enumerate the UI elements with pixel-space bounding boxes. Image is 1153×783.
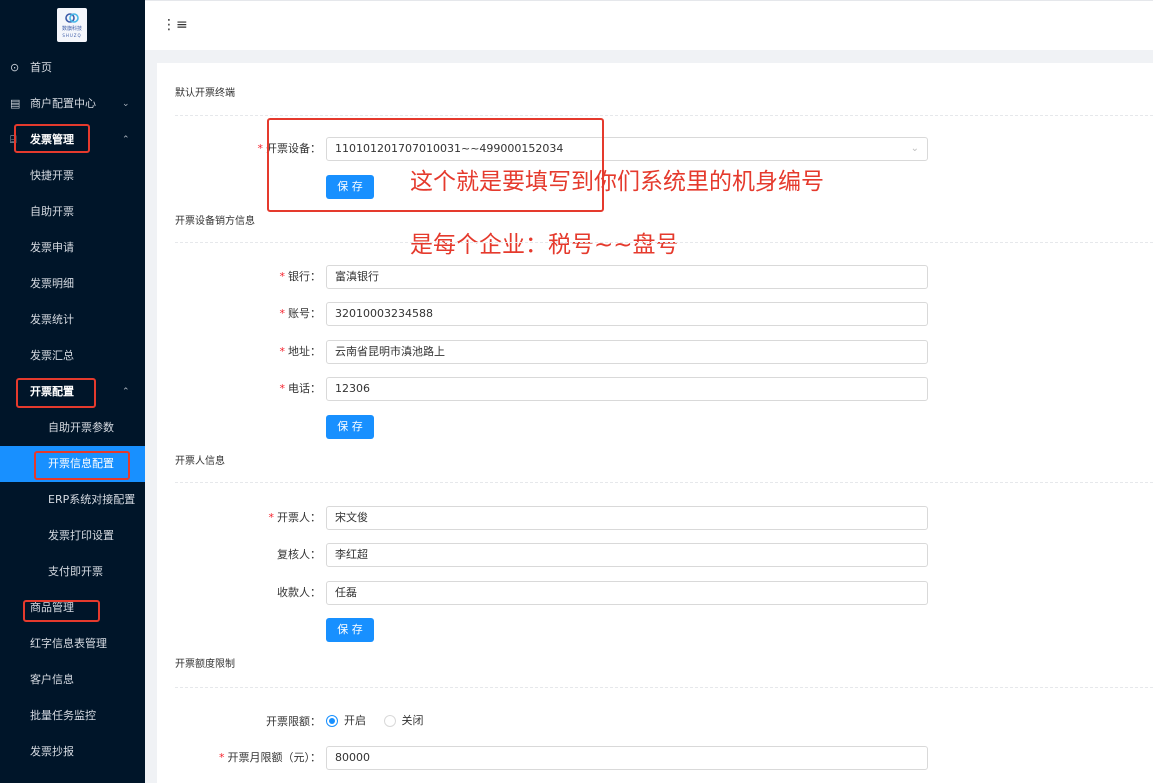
chevron-up-icon: ⌃ — [122, 387, 130, 397]
account-input[interactable]: 32010003234588 — [326, 302, 928, 326]
address-label: * 地址： — [279, 345, 322, 358]
drawer-label: * 开票人： — [268, 511, 322, 524]
top-bar: ⋮≡ — [145, 0, 1153, 50]
save-seller-button[interactable]: 保 存 — [326, 415, 374, 439]
section-divider — [175, 687, 1153, 688]
drawer-input[interactable]: 宋文俊 — [326, 506, 928, 530]
logo-subtext: SHUZQ — [62, 33, 82, 38]
radio-off-label[interactable]: 关闭 — [402, 710, 424, 732]
chevron-up-icon: ⌃ — [122, 135, 130, 145]
limit-label: 开票限额： — [266, 715, 321, 728]
sidebar-item-invoice-summary[interactable]: 发票汇总 — [0, 338, 145, 374]
sidebar-item-print-settings[interactable]: 发票打印设置 — [0, 518, 145, 554]
sidebar-item-red-letter[interactable]: 红字信息表管理 — [0, 626, 145, 662]
sidebar-item-label: 自助开票 — [30, 205, 74, 218]
sidebar-item-label: 发票明细 — [30, 277, 74, 290]
section-title-seller: 开票设备销方信息 — [175, 216, 255, 227]
sidebar-item-customer-info[interactable]: 客户信息 — [0, 662, 145, 698]
required-mark: * — [279, 345, 286, 358]
required-mark: * — [257, 142, 264, 155]
highlight-box-product-management — [23, 600, 100, 622]
sidebar-item-label: 红字信息表管理 — [30, 637, 107, 650]
chevron-down-icon: ⌄ — [910, 143, 919, 154]
save-drawer-button[interactable]: 保 存 — [326, 618, 374, 642]
highlight-box-invoice-info-config — [34, 451, 130, 480]
sidebar-item-self-invoice[interactable]: 自助开票 — [0, 194, 145, 230]
annotation-text-2: 是每个企业：税号~~盘号 — [410, 232, 679, 258]
sidebar-item-self-invoice-params[interactable]: 自助开票参数 — [0, 410, 145, 446]
home-icon: ⊙ — [10, 61, 20, 74]
bank-label: * 银行： — [279, 270, 322, 283]
radio-on[interactable] — [326, 715, 338, 727]
logo-mark-icon — [65, 13, 79, 23]
limit-radio-group: 开启 关闭 — [326, 710, 438, 732]
sidebar-item-label: ERP系统对接配置 — [48, 493, 136, 506]
sidebar-item-invoice-request[interactable]: 发票申请 — [0, 230, 145, 266]
required-mark: * — [268, 511, 275, 524]
section-divider — [175, 242, 1153, 243]
section-divider — [175, 115, 1153, 116]
highlight-box-invoice-config — [16, 378, 96, 408]
highlight-box-invoice-management — [14, 124, 90, 153]
required-mark: * — [219, 751, 225, 764]
reviewer-label: 复核人： — [277, 548, 321, 561]
address-input[interactable]: 云南省昆明市滇池路上 — [326, 340, 928, 364]
section-title-terminal: 默认开票终端 — [175, 88, 235, 99]
payee-label: 收款人： — [277, 586, 321, 599]
monthly-limit-label: * 开票月限额（元）： — [219, 751, 321, 764]
sidebar-item-label: 商户配置中心 — [30, 97, 96, 110]
sidebar-item-label: 发票申请 — [30, 241, 74, 254]
annotation-text-1: 这个就是要填写到你们系统里的机身编号 — [410, 169, 824, 195]
logo-text: 数旗科技 — [61, 26, 82, 32]
sidebar-item-label: 批量任务监控 — [30, 709, 96, 722]
sidebar-item-label: 客户信息 — [30, 673, 74, 686]
required-mark: * — [279, 270, 286, 283]
highlight-box-device — [267, 118, 604, 212]
phone-label: * 电话： — [279, 382, 322, 395]
bank-input[interactable]: 富滇银行 — [326, 265, 928, 289]
sidebar-item-label: 发票统计 — [30, 313, 74, 326]
sidebar-item-quick-invoice[interactable]: 快捷开票 — [0, 158, 145, 194]
section-divider — [175, 482, 1153, 483]
reviewer-input[interactable]: 李红超 — [326, 543, 928, 567]
section-title-drawer: 开票人信息 — [175, 456, 225, 467]
radio-on-label[interactable]: 开启 — [344, 710, 366, 732]
sidebar-item-merchant-config[interactable]: ▤ 商户配置中心 ⌄ — [0, 86, 145, 122]
menu-fold-icon[interactable]: ⋮≡ — [162, 17, 188, 33]
sidebar-item-label: 快捷开票 — [30, 169, 74, 182]
sidebar-item-label: 发票打印设置 — [48, 529, 114, 542]
company-logo[interactable]: 数旗科技 SHUZQ — [57, 8, 87, 42]
chevron-down-icon: ⌄ — [122, 99, 130, 109]
sidebar-item-label: 自助开票参数 — [48, 421, 114, 434]
payee-input[interactable]: 任磊 — [326, 581, 928, 605]
sidebar-item-batch-monitor[interactable]: 批量任务监控 — [0, 698, 145, 734]
sidebar-item-invoice-report[interactable]: 发票抄报 — [0, 734, 145, 770]
merchant-icon: ▤ — [10, 97, 21, 110]
sidebar-item-label: 发票抄报 — [30, 745, 74, 758]
monthly-limit-input[interactable]: 80000 — [326, 746, 928, 770]
sidebar-item-invoice-stats[interactable]: 发票统计 — [0, 302, 145, 338]
sidebar-item-label: 支付即开票 — [48, 565, 103, 578]
sidebar-item-label: 发票汇总 — [30, 349, 74, 362]
account-label: * 账号： — [279, 307, 322, 320]
required-mark: * — [279, 382, 286, 395]
sidebar-item-erp-config[interactable]: ERP系统对接配置 — [0, 482, 145, 518]
radio-off[interactable] — [383, 715, 396, 727]
required-mark: * — [279, 307, 286, 320]
phone-input[interactable]: 12306 — [326, 377, 928, 401]
logo-area: 数旗科技 SHUZQ — [0, 0, 145, 50]
sidebar-item-home[interactable]: ⊙ 首页 — [0, 50, 145, 86]
section-title-limit: 开票额度限制 — [175, 659, 235, 670]
sidebar-item-label: 首页 — [30, 61, 52, 74]
sidebar-item-pay-invoice[interactable]: 支付即开票 — [0, 554, 145, 590]
sidebar-item-invoice-detail[interactable]: 发票明细 — [0, 266, 145, 302]
